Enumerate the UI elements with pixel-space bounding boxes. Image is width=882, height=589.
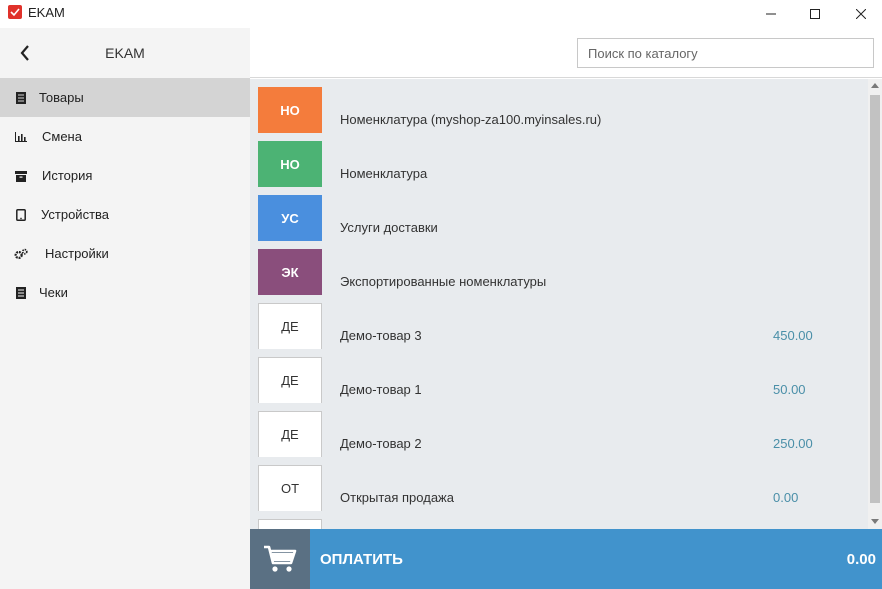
item-name: Открытая продажа [340,490,454,505]
scrollbar-thumb[interactable] [870,95,880,503]
list-item[interactable]: НО Номенклатура [250,133,868,187]
maximize-icon [810,9,820,19]
cart-button[interactable] [250,529,310,589]
list-item[interactable]: ЭК Экспортированные номенклатуры [250,241,868,295]
sidebar-item-devices[interactable]: Устройства [0,195,250,234]
scrollbar[interactable] [868,79,882,529]
document-list-icon [14,91,28,105]
item-price: 450.00 [773,328,813,343]
item-price: 250.00 [773,436,813,451]
title-bar: EKAM [0,0,882,28]
close-button[interactable] [838,0,882,28]
item-tile: ОТ [258,465,322,511]
shopping-cart-icon [264,545,297,572]
sidebar: EKAM Товары Смена История Устройства Нас… [0,28,250,589]
sidebar-item-settings[interactable]: Настройки [0,234,250,273]
sidebar-nav: Товары Смена История Устройства Настройк… [0,78,250,312]
maximize-button[interactable] [792,0,838,28]
item-tile: УС [258,195,322,241]
minimize-button[interactable] [748,0,794,28]
item-name: Экспортированные номенклатуры [340,274,547,289]
item-tile: ДЕ [258,357,322,403]
item-name: Номенклатура (myshop-za100.myinsales.ru) [340,112,602,127]
item-tile: ЭК [258,249,322,295]
list-item[interactable]: ДЕ Демо-товар 1 50.00 [250,349,868,403]
gears-icon [14,247,28,261]
item-name: Демо-товар 1 [340,382,422,397]
item-name: Номенклатура [340,166,428,181]
list-item[interactable]: ДЕ Демо-товар 3 450.00 [250,295,868,349]
app-logo-icon [8,5,22,19]
minimize-icon [766,13,776,15]
item-price: 0.00 [773,490,799,505]
sidebar-header: EKAM [0,28,250,78]
item-price: 50.00 [773,382,806,397]
catalog-list: НО Номенклатура (myshop-za100.myinsales.… [250,79,868,529]
list-item[interactable]: ОТ Открытая продажа 0.00 [250,457,868,511]
sidebar-item-label: Товары [39,90,84,105]
item-tile [258,519,322,529]
pay-label: ОПЛАТИТЬ [320,551,403,568]
list-item[interactable]: НО Номенклатура (myshop-za100.myinsales.… [250,79,868,133]
sidebar-item-goods[interactable]: Товары [0,78,250,117]
list-item[interactable] [250,511,868,529]
top-bar [250,28,882,78]
sidebar-item-shift[interactable]: Смена [0,117,250,156]
window-title: EKAM [28,5,65,20]
item-tile: НО [258,141,322,187]
list-item[interactable]: ДЕ Демо-товар 2 250.00 [250,403,868,457]
tablet-icon [14,208,28,222]
pay-button[interactable]: ОПЛАТИТЬ 0.00 [250,529,882,589]
bar-chart-icon [14,130,28,144]
archive-box-icon [14,169,28,183]
search-input[interactable] [577,38,874,68]
sidebar-title: EKAM [105,45,145,61]
item-tile: НО [258,87,322,133]
sidebar-item-label: История [42,168,93,183]
sidebar-item-receipts[interactable]: Чеки [0,273,250,312]
sidebar-item-label: Смена [42,129,82,144]
scroll-up-arrow-icon[interactable] [871,83,879,88]
close-icon [856,9,866,19]
receipt-icon [14,286,28,300]
scroll-down-arrow-icon[interactable] [871,519,879,524]
item-name: Услуги доставки [340,220,438,235]
sidebar-item-label: Устройства [41,207,110,222]
sidebar-item-history[interactable]: История [0,156,250,195]
item-tile: ДЕ [258,411,322,457]
item-tile: ДЕ [258,303,322,349]
item-name: Демо-товар 3 [340,328,422,343]
sidebar-item-label: Настройки [45,246,109,261]
pay-total: 0.00 [846,551,876,568]
list-item[interactable]: УС Услуги доставки [250,187,868,241]
item-name: Демо-товар 2 [340,436,422,451]
sidebar-item-label: Чеки [39,285,68,300]
